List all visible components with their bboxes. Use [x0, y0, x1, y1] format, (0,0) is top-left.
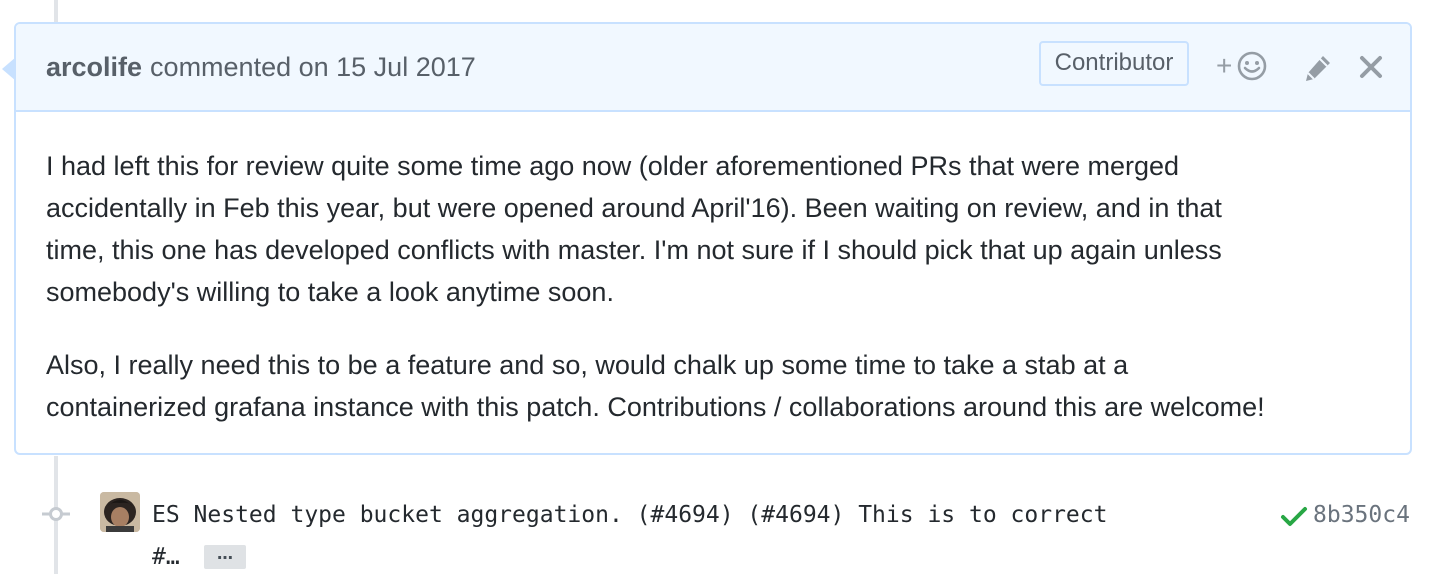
comment-timestamp[interactable]: commented on 15 Jul 2017 — [150, 52, 476, 82]
comment-header: arcolife commented on 15 Jul 2017 Contrib… — [16, 24, 1410, 112]
add-reaction-button[interactable]: + — [1216, 48, 1274, 84]
comment-line: time, this one has developed conflicts w… — [46, 235, 1222, 265]
avatar[interactable] — [100, 492, 140, 532]
comment-line: accidentally in Feb this year, but were … — [46, 193, 1222, 223]
comment-card: arcolife commented on 15 Jul 2017 Contrib… — [2, 22, 1412, 455]
comment-line: somebody's willing to take a look anytim… — [46, 277, 614, 307]
comment-paragraph-1: I had left this for review quite some ti… — [46, 145, 1391, 313]
contributor-badge: Contributor — [1039, 41, 1189, 86]
reaction-plus-label: + — [1216, 50, 1233, 81]
timeline-line-top — [54, 0, 58, 24]
check-icon[interactable] — [1280, 506, 1308, 528]
comment-line: Also, I really need this to be a feature… — [46, 350, 1129, 380]
comment-paragraph-2: Also, I really need this to be a feature… — [46, 344, 1391, 428]
comment-line: containerized grafana instance with this… — [46, 392, 1265, 422]
close-icon[interactable] — [1356, 52, 1386, 82]
comment-line: I had left this for review quite some ti… — [46, 151, 1180, 181]
commit-row: ES Nested type bucket aggregation. (#469… — [0, 486, 1452, 574]
comment-body: I had left this for review quite some ti… — [46, 145, 1391, 428]
commit-sha-link[interactable]: 8b350c4 — [1313, 500, 1410, 530]
pencil-icon[interactable] — [1300, 50, 1336, 86]
avatar-image — [100, 492, 140, 532]
comment-header-text: arcolife commented on 15 Jul 2017 — [46, 50, 476, 84]
commit-message-continued[interactable]: #… — [152, 542, 180, 572]
smiley-icon — [1238, 51, 1267, 81]
comment-caret — [2, 57, 16, 81]
commit-message-link[interactable]: ES Nested type bucket aggregation. (#469… — [152, 500, 1107, 530]
expand-commit-button[interactable]: … — [204, 545, 246, 569]
author-link[interactable]: arcolife — [46, 52, 142, 82]
git-commit-icon — [42, 507, 70, 521]
